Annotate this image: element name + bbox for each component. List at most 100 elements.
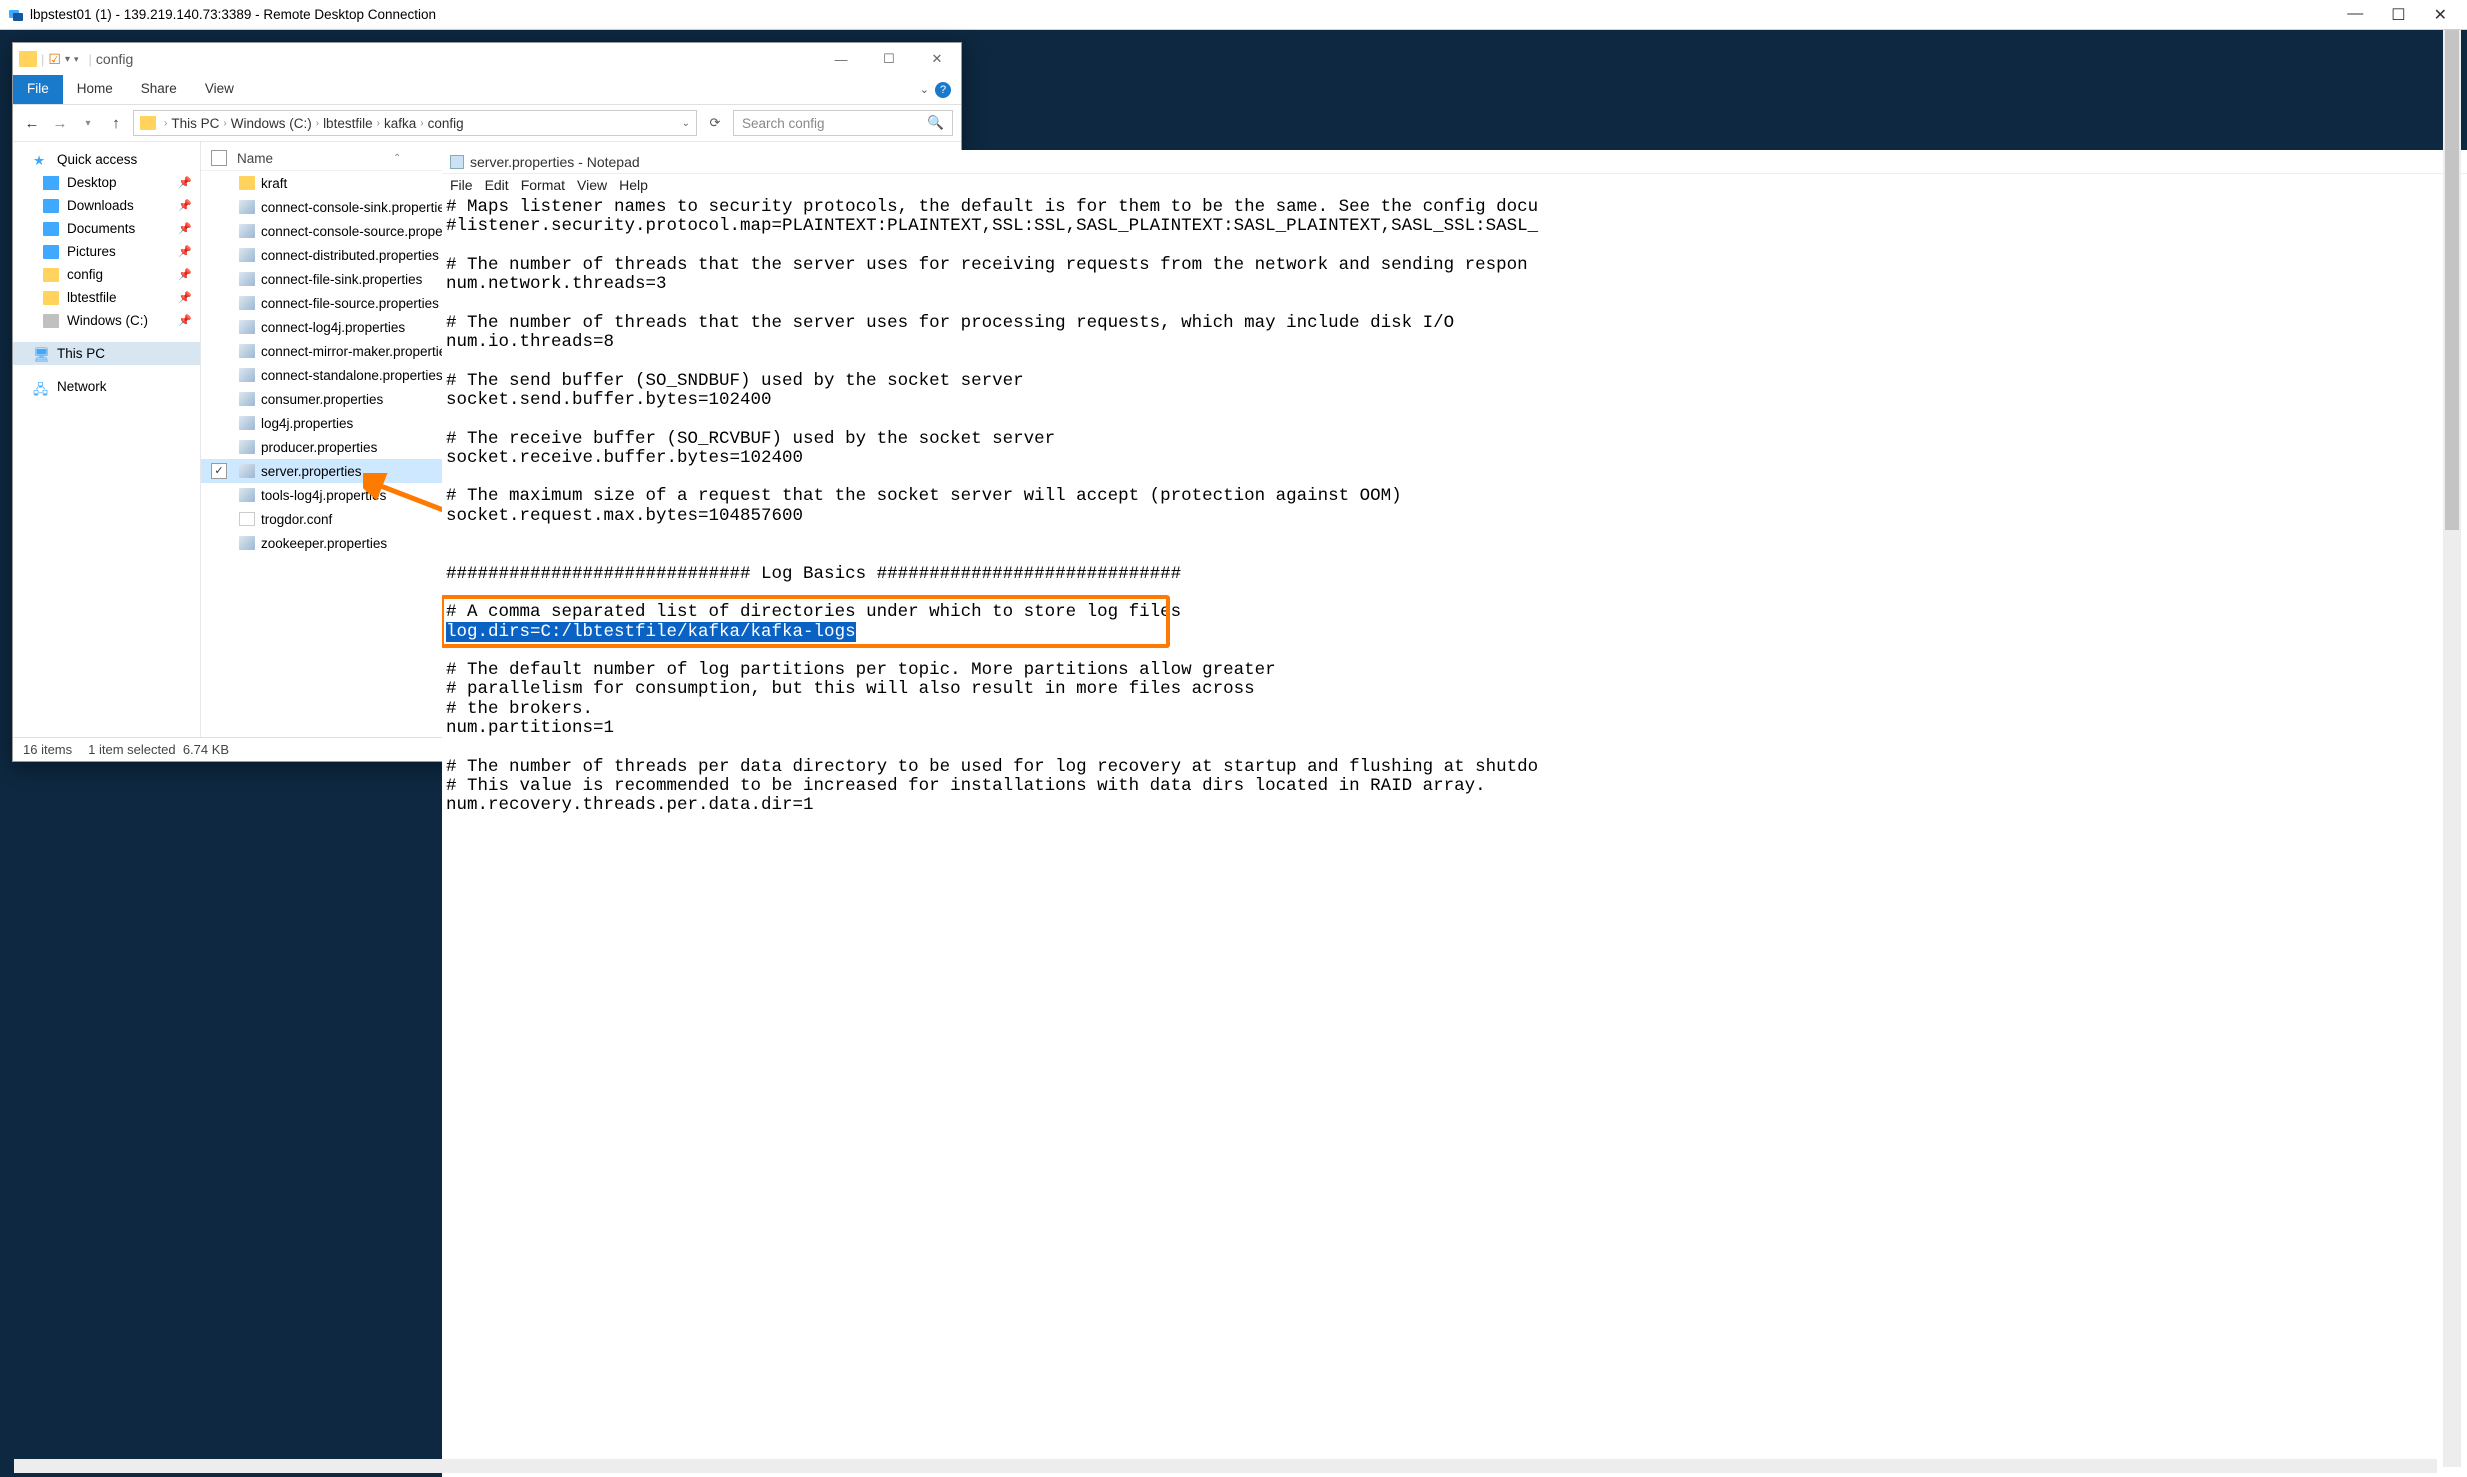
editor-line[interactable]: [446, 738, 2463, 757]
nav-quick-access[interactable]: ★Quick access: [13, 148, 200, 171]
editor-line[interactable]: num.partitions=1: [446, 719, 2463, 738]
rdp-window-controls: — ☐ ✕: [2347, 5, 2459, 25]
editor-line[interactable]: socket.receive.buffer.bytes=102400: [446, 449, 2463, 468]
qat-overflow-icon[interactable]: ▾: [74, 54, 79, 65]
help-icon[interactable]: ?: [935, 82, 951, 98]
prop-icon: [239, 488, 255, 502]
tab-file[interactable]: File: [13, 75, 63, 104]
explorer-close-button[interactable]: ✕: [913, 44, 961, 74]
editor-line[interactable]: [446, 352, 2463, 371]
nav-this-pc[interactable]: 🖥This PC: [13, 342, 200, 365]
editor-line[interactable]: # the brokers.: [446, 700, 2463, 719]
editor-line[interactable]: # The number of threads per data directo…: [446, 758, 2463, 777]
search-input[interactable]: Search config 🔍: [733, 110, 953, 136]
menu-view[interactable]: View: [577, 177, 607, 193]
editor-line[interactable]: [446, 526, 2463, 545]
qat-dropdown-icon[interactable]: ▾: [65, 54, 70, 65]
editor-line[interactable]: # The maximum size of a request that the…: [446, 487, 2463, 506]
editor-line[interactable]: num.network.threads=3: [446, 275, 2463, 294]
address-bar[interactable]: › This PC › Windows (C:) › lbtestfile › …: [133, 110, 697, 136]
editor-line[interactable]: ############################# Log Basics…: [446, 565, 2463, 584]
prop-icon: [239, 416, 255, 430]
nav-network[interactable]: 🖧Network: [13, 375, 200, 398]
editor-line[interactable]: # Maps listener names to security protoc…: [446, 198, 2463, 217]
editor-line[interactable]: log.dirs=C:/lbtestfile/kafka/kafka-logs: [446, 623, 2463, 642]
nav-config[interactable]: config📌: [13, 263, 200, 286]
notepad-title-bar[interactable]: server.properties - Notepad: [442, 150, 2467, 174]
tab-home[interactable]: Home: [63, 75, 127, 104]
rdp-icon: [8, 7, 24, 23]
editor-line[interactable]: # The send buffer (SO_SNDBUF) used by th…: [446, 372, 2463, 391]
folder-icon: [43, 268, 59, 282]
pictures-icon: [43, 245, 59, 259]
breadcrumb-this-pc[interactable]: This PC: [171, 116, 219, 131]
check-icon[interactable]: ☑: [48, 51, 61, 68]
editor-line[interactable]: # The default number of log partitions p…: [446, 661, 2463, 680]
editor-line[interactable]: socket.send.buffer.bytes=102400: [446, 391, 2463, 410]
nav-back-button[interactable]: ←: [21, 115, 43, 132]
menu-file[interactable]: File: [450, 177, 473, 193]
page-scrollbar-vertical[interactable]: [2443, 30, 2461, 1467]
folder-icon: [19, 51, 37, 67]
editor-line[interactable]: # A comma separated list of directories …: [446, 603, 2463, 622]
explorer-maximize-button[interactable]: ☐: [865, 44, 913, 74]
minimize-button[interactable]: —: [2347, 5, 2363, 25]
editor-line[interactable]: [446, 584, 2463, 603]
chevron-right-icon[interactable]: ›: [223, 118, 226, 129]
notepad-text-area[interactable]: # Maps listener names to security protoc…: [442, 196, 2467, 818]
menu-help[interactable]: Help: [619, 177, 648, 193]
tab-view[interactable]: View: [191, 75, 248, 104]
editor-line[interactable]: #listener.security.protocol.map=PLAINTEX…: [446, 217, 2463, 236]
nav-recent-icon[interactable]: ▾: [77, 118, 99, 129]
page-scrollbar-horizontal[interactable]: [14, 1459, 2437, 1473]
breadcrumb-folder[interactable]: kafka: [384, 116, 416, 131]
editor-line[interactable]: socket.request.max.bytes=104857600: [446, 507, 2463, 526]
chevron-right-icon[interactable]: ›: [164, 118, 167, 129]
tab-share[interactable]: Share: [127, 75, 191, 104]
maximize-button[interactable]: ☐: [2391, 5, 2405, 25]
editor-line[interactable]: [446, 237, 2463, 256]
navigation-pane[interactable]: ★Quick access Desktop📌 Downloads📌 Docume…: [13, 142, 201, 737]
nav-lbtestfile[interactable]: lbtestfile📌: [13, 286, 200, 309]
select-all-checkbox[interactable]: [211, 150, 227, 166]
editor-line[interactable]: [446, 410, 2463, 429]
editor-line[interactable]: [446, 294, 2463, 313]
nav-documents[interactable]: Documents📌: [13, 217, 200, 240]
chevron-right-icon[interactable]: ›: [377, 118, 380, 129]
ribbon-collapse-icon[interactable]: ⌄: [920, 83, 929, 96]
editor-line[interactable]: # The receive buffer (SO_RCVBUF) used by…: [446, 430, 2463, 449]
nav-desktop[interactable]: Desktop📌: [13, 171, 200, 194]
explorer-minimize-button[interactable]: —: [817, 44, 865, 74]
editor-line[interactable]: [446, 468, 2463, 487]
nav-pictures[interactable]: Pictures📌: [13, 240, 200, 263]
editor-line[interactable]: num.io.threads=8: [446, 333, 2463, 352]
editor-line[interactable]: [446, 642, 2463, 661]
row-checkbox[interactable]: [211, 463, 227, 479]
nav-drive-c[interactable]: Windows (C:)📌: [13, 309, 200, 332]
folder-icon: [140, 116, 156, 130]
editor-line[interactable]: num.recovery.threads.per.data.dir=1: [446, 796, 2463, 815]
explorer-title-bar[interactable]: | ☑ ▾ ▾ | config — ☐ ✕: [13, 43, 961, 75]
editor-line[interactable]: # The number of threads that the server …: [446, 314, 2463, 333]
editor-line[interactable]: # The number of threads that the server …: [446, 256, 2463, 275]
nav-up-button[interactable]: ↑: [105, 115, 127, 132]
menu-format[interactable]: Format: [521, 177, 565, 193]
qat-separator: |: [41, 52, 44, 67]
breadcrumb-folder[interactable]: config: [428, 116, 464, 131]
editor-line[interactable]: [446, 545, 2463, 564]
notepad-window[interactable]: server.properties - Notepad File Edit Fo…: [442, 150, 2467, 1477]
breadcrumb-folder[interactable]: lbtestfile: [323, 116, 373, 131]
breadcrumb-drive[interactable]: Windows (C:): [231, 116, 312, 131]
close-button[interactable]: ✕: [2434, 5, 2447, 25]
nav-forward-button[interactable]: →: [49, 115, 71, 132]
menu-edit[interactable]: Edit: [485, 177, 509, 193]
refresh-button[interactable]: ⟳: [703, 115, 727, 131]
address-dropdown-icon[interactable]: ⌄: [682, 118, 690, 129]
nav-downloads[interactable]: Downloads📌: [13, 194, 200, 217]
column-name[interactable]: Name: [237, 151, 273, 166]
chevron-right-icon[interactable]: ›: [316, 118, 319, 129]
scrollbar-thumb[interactable]: [2445, 30, 2459, 530]
editor-line[interactable]: # parallelism for consumption, but this …: [446, 680, 2463, 699]
chevron-right-icon[interactable]: ›: [420, 118, 423, 129]
editor-line[interactable]: # This value is recommended to be increa…: [446, 777, 2463, 796]
